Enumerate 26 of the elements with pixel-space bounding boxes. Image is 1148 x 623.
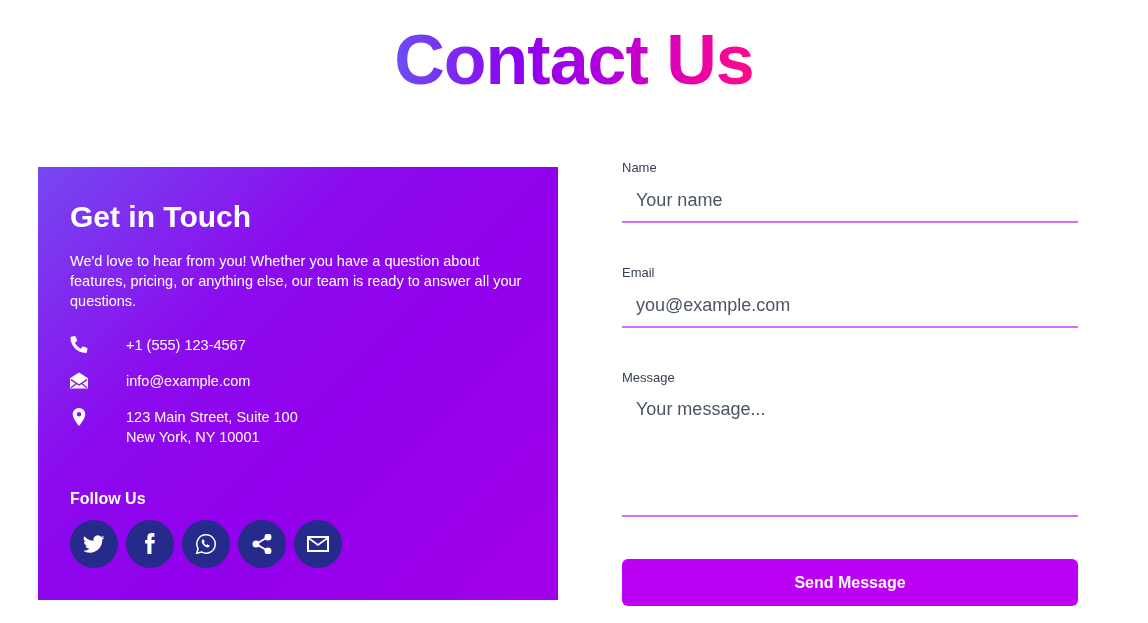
social-link-button[interactable] <box>126 519 174 568</box>
follow-heading: Follow Us <box>70 488 147 509</box>
field-label: Message <box>622 370 676 386</box>
send-message-button[interactable]: Send Message <box>622 559 1078 606</box>
speech-bubble-phone-icon <box>195 533 217 554</box>
message-input[interactable]: Your message... <box>622 389 1078 517</box>
card-heading: Get in Touch <box>70 198 253 235</box>
social-link-button[interactable] <box>70 519 118 568</box>
field-label: Name <box>622 160 658 176</box>
contact-text: +1 (555) 123-4567 <box>126 335 246 355</box>
open-envelope-icon <box>70 372 88 389</box>
text-input[interactable]: Your name <box>622 179 1078 223</box>
envelope-icon <box>307 533 329 554</box>
social-link-button[interactable] <box>294 519 342 568</box>
social-link-button[interactable] <box>182 519 230 568</box>
share-icon <box>251 533 273 554</box>
map-pin-icon <box>72 407 86 426</box>
contact-text: 123 Main Street, Suite 100 New York, NY 10001 <box>126 407 298 447</box>
text-input[interactable]: you@example.com <box>622 284 1078 328</box>
bird-icon <box>83 533 105 554</box>
field-label: Email <box>622 265 656 281</box>
social-link-button[interactable] <box>238 519 286 568</box>
card-description: We'd love to hear from you! Whether you have a question about features, pricing, or anything else, our team is ready to answer all your questions. <box>70 251 523 311</box>
contact-text: info@example.com <box>126 371 251 391</box>
phone-icon <box>70 336 88 353</box>
letter-f-icon <box>145 533 155 554</box>
